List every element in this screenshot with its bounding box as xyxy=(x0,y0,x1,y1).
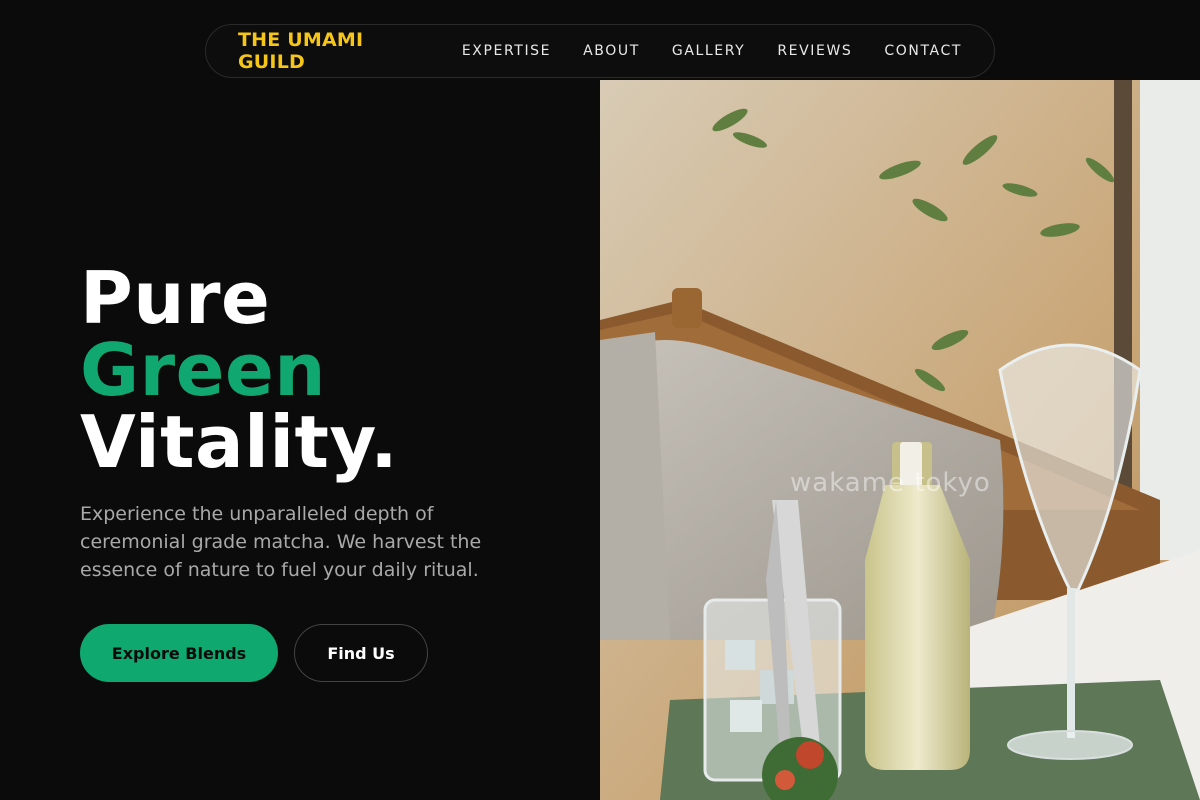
hero-heading-line3: Vitality. xyxy=(80,400,399,484)
hero-heading: Pure Green Vitality. xyxy=(80,262,560,478)
hero-section: Pure Green Vitality. Experience the unpa… xyxy=(80,262,560,682)
hero-buttons: Explore Blends Find Us xyxy=(80,624,560,682)
find-us-button[interactable]: Find Us xyxy=(294,624,428,682)
hero-heading-line1: Pure xyxy=(80,256,271,340)
nav-link-expertise[interactable]: EXPERTISE xyxy=(462,43,551,59)
hero-photo-illustration xyxy=(600,80,1200,800)
hero-photo: wakame tokyo xyxy=(600,80,1200,800)
hero-description: Experience the unparalleled depth of cer… xyxy=(80,503,482,581)
nav-link-reviews[interactable]: REVIEWS xyxy=(777,43,852,59)
brand-logo[interactable]: THE UMAMI GUILD xyxy=(238,29,422,73)
nav-link-about[interactable]: ABOUT xyxy=(583,43,640,59)
photo-watermark: wakame tokyo xyxy=(790,468,991,498)
nav-links: EXPERTISE ABOUT GALLERY REVIEWS CONTACT xyxy=(462,43,994,59)
nav-link-contact[interactable]: CONTACT xyxy=(884,43,962,59)
hero-heading-line2: Green xyxy=(80,328,327,412)
top-nav: THE UMAMI GUILD EXPERTISE ABOUT GALLERY … xyxy=(205,24,995,78)
explore-blends-button[interactable]: Explore Blends xyxy=(80,624,278,682)
nav-link-gallery[interactable]: GALLERY xyxy=(672,43,745,59)
